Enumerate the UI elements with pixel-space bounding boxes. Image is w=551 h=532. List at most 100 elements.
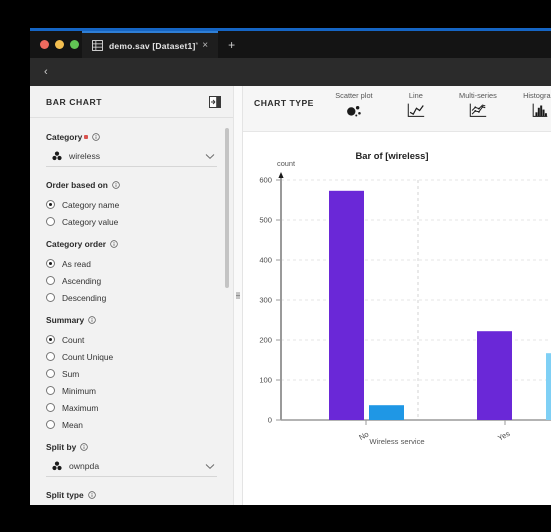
back-button[interactable]: ‹	[30, 66, 48, 78]
chart-type-scatter-plot[interactable]: Scatter plot	[323, 91, 385, 119]
radio-minimum[interactable]: Minimum	[46, 382, 217, 399]
radio-category-value[interactable]: Category value	[46, 213, 217, 230]
chart-canvas: Bar of [wireless] 600 500 400 300 200 10…	[243, 132, 551, 505]
info-icon[interactable]	[87, 491, 96, 499]
radio-label: Category value	[62, 216, 119, 227]
split-by-value: ownpda	[69, 461, 100, 471]
radio-descending[interactable]: Descending	[46, 289, 217, 306]
radio-button[interactable]	[46, 386, 55, 395]
radio-button[interactable]	[46, 335, 55, 344]
bar-yes-yes-clipped[interactable]	[546, 353, 551, 420]
setting-group-split-by: Split by ownpda	[46, 442, 217, 477]
bar-no-no[interactable]	[329, 190, 364, 420]
radio-button[interactable]	[46, 369, 55, 378]
chart-type-line[interactable]: Line	[385, 91, 447, 119]
chart-type-bar: CHART TYPE Scatter plot Line Multi-serie…	[243, 86, 551, 131]
chevron-down-icon[interactable]	[205, 463, 215, 470]
setting-group-category-order: Category order As read Ascending Descend…	[46, 239, 217, 306]
radio-label: Sum	[62, 368, 80, 379]
category-value: wireless	[69, 151, 101, 161]
sidebar-scrollbar[interactable]	[225, 128, 229, 288]
chart-type-title: CHART TYPE	[254, 98, 314, 108]
setting-group-split-type: Split type Stacked	[46, 490, 217, 505]
chart-type-histogram[interactable]: Histogram	[509, 91, 551, 119]
y-tick-labels: 600 500 400 300 200 100 0	[259, 176, 272, 425]
radio-button[interactable]	[46, 403, 55, 412]
y-tick-0: 0	[268, 416, 272, 425]
nominal-variable-icon	[52, 151, 62, 161]
maximize-window-button[interactable]	[70, 40, 79, 49]
radio-label: Count Unique	[62, 351, 114, 362]
new-tab-button[interactable]: +	[218, 39, 245, 51]
group-label-text: Category order	[46, 239, 107, 249]
tab-dataset1[interactable]: demo.sav [Dataset1] * ×	[82, 31, 219, 58]
y-tick-200: 200	[259, 336, 272, 345]
info-icon[interactable]	[80, 443, 88, 451]
radio-button[interactable]	[46, 200, 55, 209]
content-area: BAR CHART Category wireless Order based …	[30, 86, 551, 505]
split-by-variable-field[interactable]: ownpda	[46, 458, 217, 477]
info-icon[interactable]	[112, 181, 120, 189]
settings-panel-header: BAR CHART	[30, 86, 233, 117]
chart-type-label: Multi-series	[459, 91, 497, 100]
splitter-grip[interactable]	[236, 292, 240, 299]
chart-type-list: Scatter plot Line Multi-series Histogra	[323, 91, 551, 119]
close-tab-button[interactable]: ×	[198, 40, 212, 51]
bar-no-yes[interactable]	[369, 405, 404, 420]
info-icon[interactable]	[92, 133, 101, 141]
y-axis-title: count	[277, 159, 295, 168]
y-tick-600: 600	[259, 176, 272, 185]
info-icon[interactable]	[110, 240, 118, 248]
bar-yes-no[interactable]	[477, 331, 512, 420]
bar-chart-svg: 600 500 400 300 200 100 0 count No Yes	[259, 159, 551, 443]
window-controls	[30, 40, 82, 49]
category-variable-field[interactable]: wireless	[46, 148, 217, 167]
table-grid-icon	[92, 40, 103, 51]
minimize-window-button[interactable]	[55, 40, 64, 49]
radio-button[interactable]	[46, 293, 55, 302]
chart-type-label: Scatter plot	[335, 91, 373, 100]
chart-type-label: Line	[408, 91, 423, 100]
radio-label: Ascending	[62, 275, 102, 286]
radio-as-read[interactable]: As read	[46, 255, 217, 272]
radio-category-name[interactable]: Category name	[46, 196, 217, 213]
group-label-category-order: Category order	[46, 239, 217, 249]
group-label-text: Split by	[46, 442, 77, 452]
y-tick-400: 400	[259, 256, 272, 265]
radio-button[interactable]	[46, 259, 55, 268]
radio-button[interactable]	[46, 276, 55, 285]
setting-group-order-based-on: Order based on Category name Category va…	[46, 180, 217, 230]
chevron-down-icon[interactable]	[205, 153, 215, 160]
group-label-order-based-on: Order based on	[46, 180, 217, 190]
app-toolbar: ‹	[30, 58, 551, 86]
close-window-button[interactable]	[40, 40, 49, 49]
collapse-panel-icon[interactable]	[209, 95, 221, 108]
radio-button[interactable]	[46, 217, 55, 226]
panel-splitter[interactable]	[233, 86, 243, 505]
histogram-icon	[532, 103, 548, 117]
radio-label: As read	[62, 258, 91, 269]
radio-label: Descending	[62, 292, 107, 303]
group-label-text: Category	[46, 132, 83, 142]
radio-count-unique[interactable]: Count Unique	[46, 348, 217, 365]
radio-ascending[interactable]: Ascending	[46, 272, 217, 289]
group-label-text: Split type	[46, 490, 84, 500]
group-label-summary: Summary	[46, 315, 217, 325]
info-icon[interactable]	[88, 316, 96, 324]
radio-label: Maximum	[62, 402, 99, 413]
radio-label: Mean	[62, 419, 83, 430]
nominal-variable-icon	[52, 461, 62, 471]
group-label-text: Summary	[46, 315, 85, 325]
radio-mean[interactable]: Mean	[46, 416, 217, 433]
radio-maximum[interactable]: Maximum	[46, 399, 217, 416]
y-tick-500: 500	[259, 216, 272, 225]
radio-sum[interactable]: Sum	[46, 365, 217, 382]
group-label-split-by: Split by	[46, 442, 217, 452]
line-chart-icon	[407, 103, 425, 117]
radio-count[interactable]: Count	[46, 331, 217, 348]
radio-button[interactable]	[46, 352, 55, 361]
radio-button[interactable]	[46, 420, 55, 429]
chart-type-multi-series[interactable]: Multi-series	[447, 91, 509, 119]
settings-list: Category wireless Order based on Categor…	[30, 118, 233, 505]
panel-title: BAR CHART	[46, 96, 103, 107]
